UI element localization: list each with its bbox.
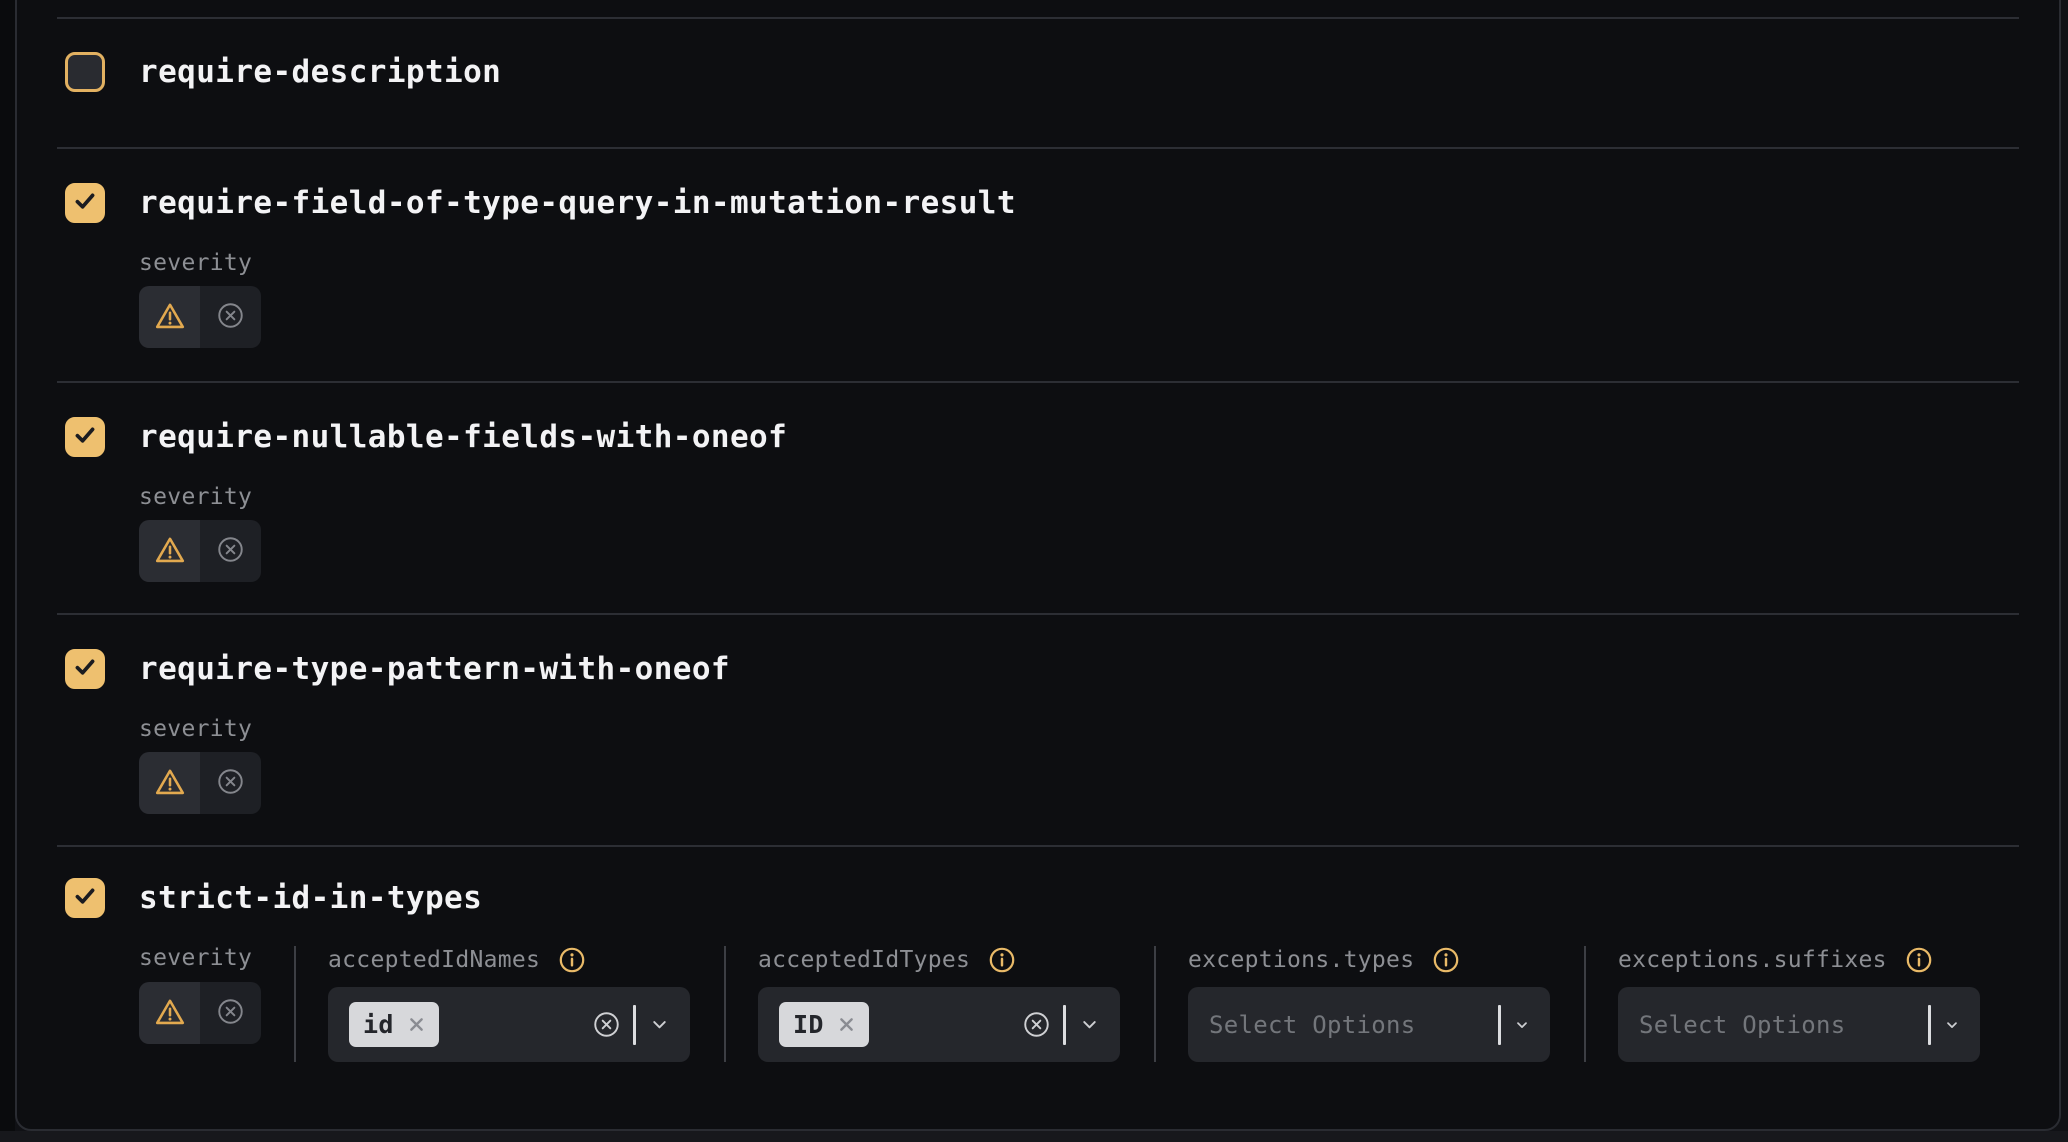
check-icon: [72, 654, 98, 684]
option-label: acceptedIdTypes: [758, 948, 970, 972]
tag-label: ID: [793, 1010, 824, 1039]
multiselect-placeholder: Select Options: [1639, 1011, 1846, 1039]
check-icon: [72, 422, 98, 452]
page-background: [0, 0, 15, 1142]
selected-tag: ID: [779, 1002, 869, 1047]
page-background-strip: [0, 1131, 2068, 1142]
warning-triangle-icon: [153, 534, 187, 569]
rule-checkbox[interactable]: [65, 649, 105, 689]
severity-label: severity: [139, 251, 2019, 275]
option-column-severity: severity: [57, 946, 294, 1062]
exceptions-suffixes-multiselect[interactable]: Select Options: [1618, 987, 1980, 1062]
option-column-acceptedIdTypes: acceptedIdTypes ID: [724, 946, 1154, 1062]
check-icon: [72, 188, 98, 218]
rule-row-require-type-pattern-with-oneof: require-type-pattern-with-oneof severity: [57, 613, 2019, 845]
clear-all-circled-x-icon[interactable]: [1023, 1011, 1050, 1038]
severity-label: severity: [139, 717, 2019, 741]
rule-checkbox[interactable]: [65, 52, 105, 92]
severity-toggle-group: [139, 520, 261, 582]
option-column-exceptions-types: exceptions.types Select Options: [1154, 946, 1584, 1062]
warning-triangle-icon: [153, 766, 187, 801]
rule-name: require-description: [139, 54, 501, 90]
info-icon[interactable]: [1905, 946, 1933, 974]
clear-all-circled-x-icon[interactable]: [593, 1011, 620, 1038]
rule-row-require-field-of-type-query-in-mutation-result: require-field-of-type-query-in-mutation-…: [57, 147, 2019, 381]
tag-label: id: [363, 1010, 394, 1039]
circled-x-icon: [216, 997, 245, 1029]
info-icon[interactable]: [988, 946, 1016, 974]
rule-row-require-description: require-description: [57, 17, 2019, 147]
severity-toggle-group: [139, 286, 261, 348]
acceptedIdNames-multiselect[interactable]: id: [328, 987, 690, 1062]
circled-x-icon: [216, 301, 245, 333]
circled-x-icon: [216, 767, 245, 799]
multiselect-divider: [1928, 1005, 1931, 1045]
rule-checkbox[interactable]: [65, 878, 105, 918]
severity-warn-button[interactable]: [139, 520, 200, 582]
chevron-down-icon[interactable]: [1944, 1017, 1960, 1033]
panel-spacer: [57, 0, 2019, 17]
chevron-down-icon[interactable]: [1079, 1014, 1100, 1035]
severity-warn-button[interactable]: [139, 286, 200, 348]
circled-x-icon: [216, 535, 245, 567]
rule-name: require-nullable-fields-with-oneof: [139, 419, 787, 455]
chevron-down-icon[interactable]: [1514, 1017, 1530, 1033]
rule-name: require-type-pattern-with-oneof: [139, 651, 730, 687]
info-icon[interactable]: [1432, 946, 1460, 974]
remove-tag-x-icon[interactable]: [407, 1015, 426, 1034]
remove-tag-x-icon[interactable]: [837, 1015, 856, 1034]
rule-name: require-field-of-type-query-in-mutation-…: [139, 185, 1016, 221]
exceptions-types-multiselect[interactable]: Select Options: [1188, 987, 1550, 1062]
check-icon: [72, 883, 98, 913]
severity-label: severity: [139, 485, 2019, 509]
severity-label: severity: [139, 946, 294, 970]
option-label: exceptions.types: [1188, 948, 1414, 972]
multiselect-divider: [633, 1005, 636, 1045]
option-label: exceptions.suffixes: [1618, 948, 1887, 972]
severity-toggle-group: [139, 982, 261, 1044]
multiselect-placeholder: Select Options: [1209, 1011, 1416, 1039]
multiselect-divider: [1498, 1005, 1501, 1045]
rule-checkbox[interactable]: [65, 183, 105, 223]
rule-row-strict-id-in-types: strict-id-in-types severity acceptedIdNa…: [57, 845, 2019, 1128]
multiselect-divider: [1063, 1005, 1066, 1045]
severity-warn-button[interactable]: [139, 752, 200, 814]
warning-triangle-icon: [153, 300, 187, 335]
option-label: acceptedIdNames: [328, 948, 540, 972]
selected-tag: id: [349, 1002, 439, 1047]
option-column-exceptions-suffixes: exceptions.suffixes Select Options: [1584, 946, 2020, 1062]
lint-rules-panel: require-description require-field-of-typ…: [15, 0, 2061, 1131]
option-column-acceptedIdNames: acceptedIdNames id: [294, 946, 724, 1062]
severity-off-button[interactable]: [200, 286, 261, 348]
acceptedIdTypes-multiselect[interactable]: ID: [758, 987, 1120, 1062]
chevron-down-icon[interactable]: [649, 1014, 670, 1035]
info-icon[interactable]: [558, 946, 586, 974]
severity-warn-button[interactable]: [139, 982, 200, 1044]
rule-checkbox[interactable]: [65, 417, 105, 457]
rule-name: strict-id-in-types: [139, 880, 482, 916]
severity-toggle-group: [139, 752, 261, 814]
severity-off-button[interactable]: [200, 752, 261, 814]
severity-off-button[interactable]: [200, 982, 261, 1044]
rule-row-require-nullable-fields-with-oneof: require-nullable-fields-with-oneof sever…: [57, 381, 2019, 613]
warning-triangle-icon: [153, 996, 187, 1031]
severity-off-button[interactable]: [200, 520, 261, 582]
rule-options-row: severity acceptedIdNames id: [57, 946, 2019, 1062]
